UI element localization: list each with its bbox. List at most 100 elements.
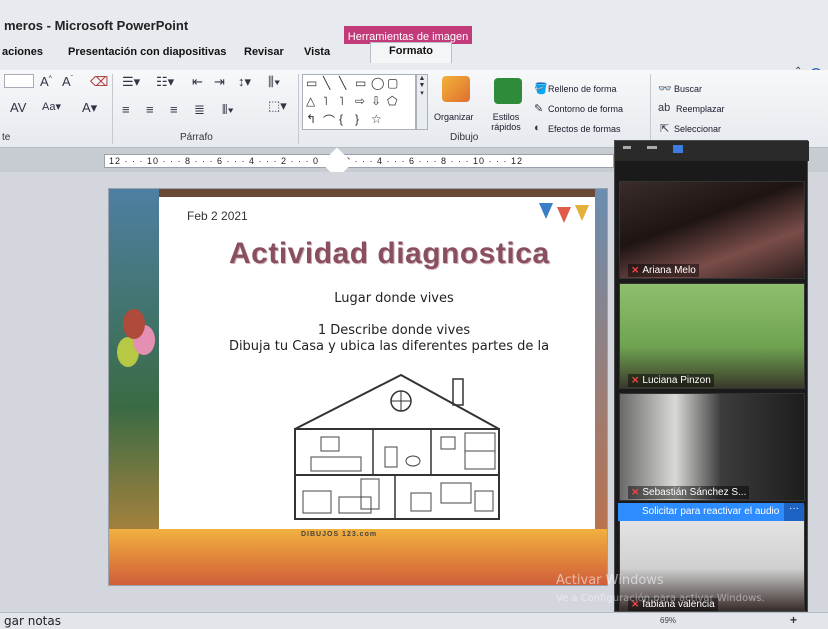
tab-format[interactable]: Formato	[370, 42, 452, 63]
tab-review[interactable]: Revisar	[244, 46, 284, 58]
request-unmute-button[interactable]: Solicitar para reactivar el audio	[618, 503, 804, 521]
gallery-scroll[interactable]: ▲ ▼ ▾	[416, 74, 428, 130]
title-bar: meros - Microsoft PowerPoint Herramienta…	[0, 0, 828, 48]
align-right-icon[interactable]: ≡	[170, 102, 178, 117]
font-size-box[interactable]	[4, 74, 34, 88]
slide-border-decoration-top	[159, 189, 607, 197]
muted-mic-icon: ⨯	[631, 487, 640, 498]
participant-video-tile[interactable]: ⨯ Luciana Pinzon	[619, 283, 805, 389]
slide-subtitle: Lugar donde vives	[334, 291, 454, 306]
more-options-button[interactable]: ···	[784, 503, 804, 521]
replace-icon: ab	[658, 102, 671, 114]
effects-icon: ◐	[534, 122, 541, 134]
participant-video-tile[interactable]: ⨯ Sebastián Sánchez S...	[619, 393, 805, 501]
gallery-view-icon[interactable]	[673, 145, 683, 153]
pennant-icon	[557, 207, 571, 223]
triangle-shape-icon[interactable]: △	[306, 94, 315, 108]
textbox-shape-icon[interactable]: ▭	[306, 76, 317, 90]
restore-panel-icon[interactable]	[647, 146, 657, 149]
paint-bucket-icon: 🪣	[534, 83, 548, 95]
font-color-icon[interactable]: A▾	[82, 100, 97, 116]
line-shape-icon[interactable]: ╲	[323, 76, 330, 90]
binoculars-icon: 👓	[658, 83, 672, 95]
zoom-level[interactable]: 69%	[660, 616, 676, 625]
shrink-font-icon[interactable]: Aˇ	[62, 74, 73, 89]
participant-name: ⨯ Sebastián Sánchez S...	[628, 486, 750, 499]
tab-slideshow[interactable]: Presentación con diapositivas	[68, 46, 226, 58]
line-shape-icon[interactable]: ╲	[339, 76, 346, 90]
video-call-panel: ⨯ Ariana Melo ⨯ Luciana Pinzon ⨯ Sebastián …	[614, 140, 809, 612]
participant-name: ⨯ Ariana Melo	[628, 264, 699, 277]
arrow-right-shape-icon[interactable]: ⇨	[355, 94, 365, 108]
columns-icon[interactable]: ⫴▾	[222, 102, 234, 118]
grow-font-icon[interactable]: A^	[40, 74, 52, 89]
participant-name-text: Sebastián Sánchez S...	[642, 487, 747, 498]
slide-border-decoration-right	[595, 189, 607, 585]
activate-windows-watermark: Activar Windows	[556, 573, 664, 588]
minimize-panel-icon[interactable]	[623, 146, 631, 149]
tab-animations[interactable]: aciones	[2, 46, 43, 58]
pen-icon: ✎	[534, 103, 544, 115]
font-group-label: te	[2, 132, 11, 143]
separator	[298, 74, 299, 144]
shapes-gallery[interactable]: ▭ ╲ ╲ ▭ ◯ ▢ △ ˥ ˥ ⇨ ⇩ ⬠ ↰ ⌒ { } ☆	[302, 74, 416, 130]
slide-title: Actividad diagnostica	[229, 237, 550, 270]
house-drawing[interactable]	[291, 371, 503, 523]
tab-view[interactable]: Vista	[304, 46, 330, 58]
slide[interactable]: Feb 2 2021 Actividad diagnostica Lugar d…	[108, 188, 608, 586]
change-case-icon[interactable]: Aa▾	[42, 100, 61, 113]
connector-shape-icon[interactable]: ˥	[323, 94, 328, 108]
brace-shape-icon[interactable]: }	[355, 112, 359, 126]
slide-date: Feb 2 2021	[187, 209, 248, 223]
shape-outline-button[interactable]: Contorno de forma	[548, 104, 623, 114]
oval-shape-icon[interactable]: ◯	[371, 76, 384, 90]
curve-shape-icon[interactable]: ⌒	[323, 112, 335, 129]
ribbon: A^ Aˇ ⌫ AV Aa▾ A▾ te ☰▾ ☷▾ ⇤ ⇥ ↕▾ ⫼▾ ≡ ≡…	[0, 70, 828, 148]
muted-mic-icon: ⨯	[631, 265, 640, 276]
slide-instruction-1: 1 Describe donde vives	[317, 323, 471, 338]
find-button[interactable]: Buscar	[674, 84, 702, 94]
increase-indent-icon[interactable]: ⇥	[214, 74, 225, 90]
align-text-icon[interactable]: ⬚▾	[268, 98, 287, 114]
horizontal-ruler[interactable]: 12 · · · 10 · · · 8 · · · 6 · · · 4 · · …	[104, 154, 614, 168]
decrease-indent-icon[interactable]: ⇤	[192, 74, 203, 90]
text-direction-icon[interactable]: ⫼▾	[268, 74, 280, 90]
align-left-icon[interactable]: ≡	[122, 102, 130, 117]
quick-styles-button[interactable]: Estilos rápidos	[486, 112, 526, 132]
rectangle-shape-icon[interactable]: ▭	[355, 76, 366, 90]
quick-styles-icon[interactable]	[494, 78, 522, 104]
justify-icon[interactable]: ≣	[194, 102, 205, 118]
arrange-icon[interactable]	[442, 76, 470, 102]
paragraph-group-label: Párrafo	[180, 132, 213, 143]
window-title: meros - Microsoft PowerPoint	[4, 18, 189, 33]
pennant-icon	[539, 203, 553, 219]
rounded-rect-shape-icon[interactable]: ▢	[387, 76, 398, 90]
ribbon-tabs: aciones Presentación con diapositivas Re…	[0, 42, 828, 80]
muted-mic-icon: ⨯	[631, 375, 640, 386]
slide-border-decoration-left	[109, 189, 159, 585]
pentagon-shape-icon[interactable]: ⬠	[387, 94, 397, 108]
add-notes-placeholder[interactable]: gar notas	[4, 614, 61, 628]
activate-windows-subtext: Ve a Configuración para activar Windows.	[556, 593, 765, 604]
shape-effects-button[interactable]: Efectos de formas	[548, 124, 621, 134]
arrange-button[interactable]: Organizar	[434, 112, 474, 122]
align-center-icon[interactable]: ≡	[146, 102, 154, 117]
star-shape-icon[interactable]: ☆	[371, 112, 382, 126]
participant-name-text: Luciana Pinzon	[642, 375, 711, 386]
drawing-group-label: Dibujo	[450, 132, 479, 143]
line-spacing-icon[interactable]: ↕▾	[238, 74, 251, 90]
shape-fill-button[interactable]: Relleno de forma	[548, 84, 617, 94]
char-spacing-icon[interactable]: AV	[10, 100, 26, 115]
numbering-icon[interactable]: ☷▾	[156, 74, 174, 90]
connector-shape-icon[interactable]: ˥	[339, 94, 344, 108]
clear-format-icon[interactable]: ⌫	[90, 74, 108, 90]
slide-instruction-2: Dibuja tu Casa y ubica las diferentes pa…	[228, 339, 550, 354]
select-button[interactable]: Seleccionar	[674, 124, 721, 134]
bullets-icon[interactable]: ☰▾	[122, 74, 140, 90]
arrow-down-shape-icon[interactable]: ⇩	[371, 94, 381, 108]
curve-shape-icon[interactable]: ↰	[306, 112, 316, 126]
participant-video-tile[interactable]: ⨯ Ariana Melo	[619, 181, 805, 279]
replace-button[interactable]: Reemplazar	[676, 104, 725, 114]
brace-shape-icon[interactable]: {	[339, 112, 343, 126]
zoom-in-icon[interactable]: +	[790, 613, 797, 627]
